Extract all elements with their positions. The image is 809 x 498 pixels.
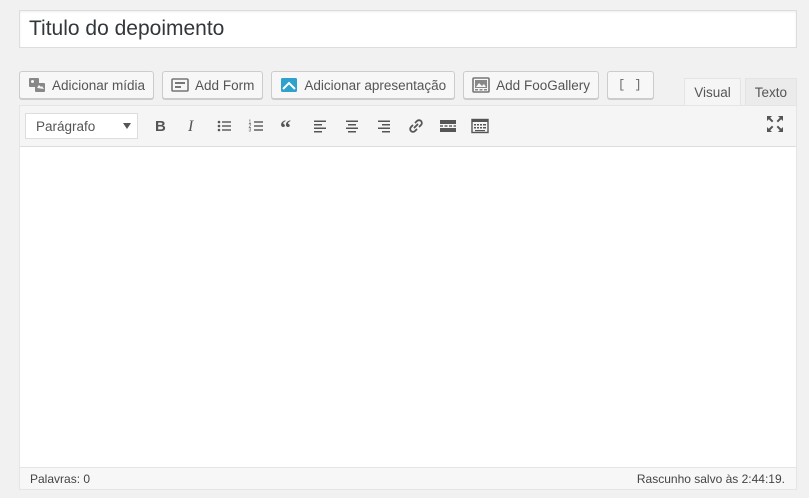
add-foogallery-button[interactable]: Add FooGallery [463, 71, 599, 99]
read-more-button[interactable] [432, 111, 464, 141]
form-icon [171, 77, 189, 93]
bold-icon: B [152, 118, 168, 134]
bold-button[interactable]: B [144, 111, 176, 141]
add-media-label: Adicionar mídia [52, 77, 146, 93]
align-center-button[interactable] [336, 111, 368, 141]
add-form-label: Add Form [195, 77, 255, 93]
bullet-list-icon [216, 118, 232, 134]
title-field-wrapper [19, 10, 797, 48]
autosave-status: Rascunho salvo às 2:44:19. [636, 471, 785, 486]
svg-text:“: “ [280, 118, 291, 134]
chevron-down-icon [123, 123, 131, 129]
add-presentation-button[interactable]: Adicionar apresentação [271, 71, 456, 99]
editor-status-bar: Palavras: 0 Rascunho salvo às 2:44:19. [20, 467, 796, 489]
media-buttons-bar: Adicionar mídia Add Form Adicionar apres… [19, 71, 654, 99]
align-left-icon [312, 118, 328, 134]
add-form-button[interactable]: Add Form [162, 71, 264, 99]
align-right-icon [376, 118, 392, 134]
toolbar-toggle-icon [471, 118, 489, 134]
svg-text:3: 3 [249, 128, 252, 134]
fullscreen-icon [766, 115, 784, 138]
fullscreen-button[interactable] [764, 115, 786, 137]
tab-text[interactable]: Texto [744, 78, 797, 106]
editor-panel: Parágrafo B I 123 “ Palavras: 0 Rascunho… [19, 105, 797, 490]
link-icon [407, 117, 425, 135]
blockquote-button[interactable]: “ [272, 111, 304, 141]
blockquote-icon: “ [280, 118, 296, 134]
svg-text:I: I [187, 118, 194, 134]
shortcode-button[interactable]: [ ] [606, 71, 654, 99]
presentation-icon [280, 77, 298, 93]
shortcode-label: [ ] [617, 78, 643, 92]
add-foogallery-label: Add FooGallery [496, 77, 590, 93]
align-right-button[interactable] [368, 111, 400, 141]
post-title-input[interactable] [20, 11, 796, 47]
gallery-icon [472, 77, 490, 93]
numbered-list-icon: 123 [248, 118, 264, 134]
add-media-icon [28, 77, 46, 93]
add-media-button[interactable]: Adicionar mídia [19, 71, 155, 99]
format-select-value: Parágrafo [36, 118, 96, 134]
align-left-button[interactable] [304, 111, 336, 141]
align-center-icon [344, 118, 360, 134]
word-count: Palavras: 0 [30, 471, 91, 486]
editor-toolbar: Parágrafo B I 123 “ [20, 106, 796, 147]
toolbar-toggle-button[interactable] [464, 111, 496, 141]
paragraph-format-select[interactable]: Parágrafo [25, 113, 138, 139]
svg-text:B: B [155, 118, 166, 134]
read-more-icon [439, 118, 457, 134]
italic-button[interactable]: I [176, 111, 208, 141]
add-presentation-label: Adicionar apresentação [304, 77, 447, 93]
editor-tabs: Visual Texto [684, 78, 797, 106]
insert-link-button[interactable] [400, 111, 432, 141]
tab-visual[interactable]: Visual [684, 78, 741, 106]
bullet-list-button[interactable] [208, 111, 240, 141]
editor-content-area[interactable] [20, 148, 796, 467]
italic-icon: I [184, 118, 200, 134]
numbered-list-button[interactable]: 123 [240, 111, 272, 141]
